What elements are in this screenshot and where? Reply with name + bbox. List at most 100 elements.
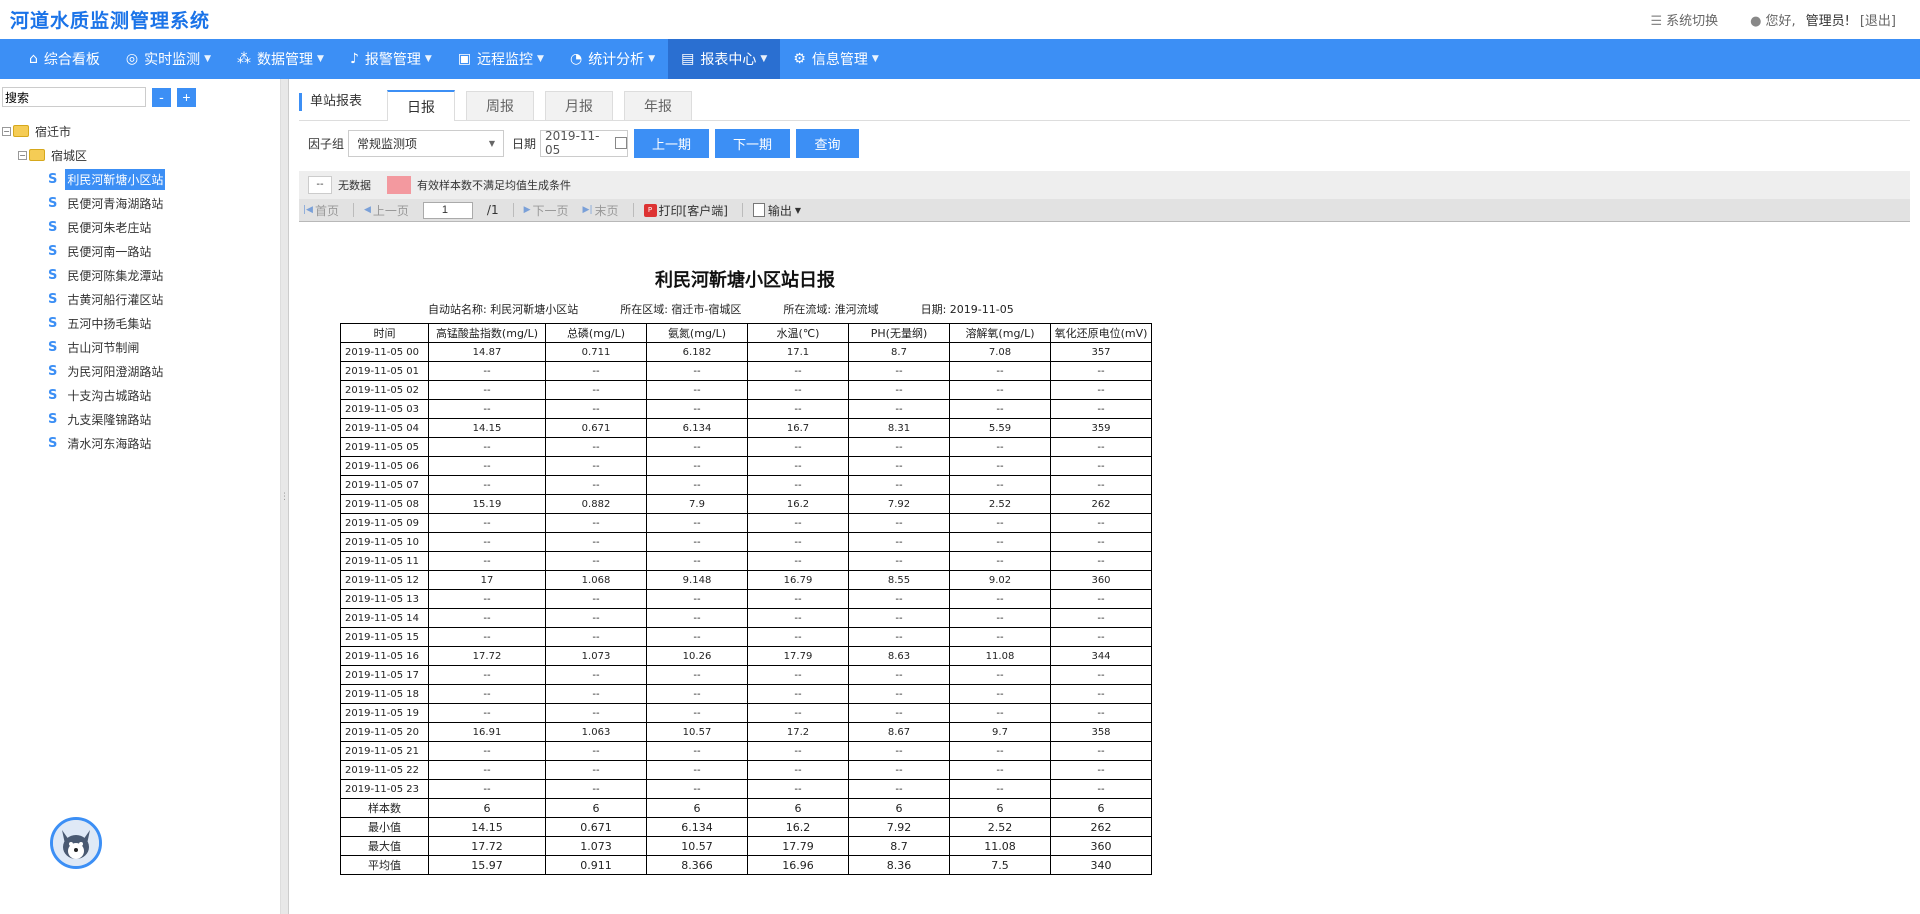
date-value: 2019-11-05 — [545, 129, 600, 157]
next-page-button[interactable]: ▶ 下一页 — [524, 202, 569, 219]
station-icon: S — [48, 339, 58, 355]
report-meta: 自动站名称: 利民河靳塘小区站 所在区域: 宿迁市-宿城区 所在流域: 淮河流域… — [428, 301, 1152, 317]
stats-cell: 7.5 — [949, 855, 1051, 875]
tree-station-item[interactable]: S 民便河南一路站 — [0, 239, 280, 263]
next-period-button[interactable]: 下一期 — [715, 128, 791, 158]
divider — [632, 203, 634, 217]
search-input[interactable] — [2, 87, 146, 107]
table-cell: -- — [646, 456, 748, 476]
table-cell: -- — [1050, 399, 1152, 419]
tab-1[interactable]: 周报 — [466, 91, 534, 120]
table-cell: -- — [747, 703, 849, 723]
nav-item-label: 报警管理 — [364, 52, 421, 68]
nav-item-2[interactable]: ⁂ 数据管理 ▼ — [224, 39, 337, 79]
table-cell: -- — [428, 741, 546, 761]
table-cell: -- — [1050, 627, 1152, 647]
table-cell: -- — [949, 513, 1051, 533]
table-cell: -- — [545, 551, 647, 571]
table-cell: -- — [545, 703, 647, 723]
calendar-icon[interactable] — [615, 137, 628, 149]
factor-group-select[interactable]: 常规监测项 ▼ — [348, 129, 505, 157]
tree-station-item[interactable]: S 民便河朱老庄站 — [0, 215, 280, 239]
main-nav: ⌂ 综合看板 ◎ 实时监测 ▼ ⁂ 数据管理 ▼ ♪ 报警管理 ▼ ▣ 远程监控 ▼ ◔ 统计分析 ▼ ▤ 报表中心… — [0, 39, 1920, 79]
tree-station-item[interactable]: S 古山河节制闸 — [0, 335, 280, 359]
table-cell: -- — [1050, 703, 1152, 723]
collapse-toggle-icon[interactable]: − — [18, 150, 27, 160]
table-cell: 2019-11-05 02 — [340, 380, 429, 400]
prev-page-button[interactable]: ◀ 上一页 — [364, 202, 409, 219]
stats-cell: 10.57 — [646, 836, 748, 856]
nav-item-7[interactable]: ⚙ 信息管理 ▼ — [780, 39, 891, 79]
table-cell: -- — [545, 513, 647, 533]
tree-station-item[interactable]: S 为民河阳澄湖路站 — [0, 359, 280, 383]
table-cell: 2019-11-05 10 — [340, 532, 429, 552]
sidebar: - + − 宿迁市 − 宿城区 S 利民河靳塘小区站 S 民便河青海湖路站 S 民便河朱老… — [0, 79, 281, 914]
tree-station-item[interactable]: S 古黄河船行灌区站 — [0, 287, 280, 311]
nav-item-5[interactable]: ◔ 统计分析 ▼ — [557, 39, 668, 79]
table-cell: -- — [848, 437, 950, 457]
date-input[interactable]: 2019-11-05 — [540, 129, 629, 157]
tree-station-item[interactable]: S 民便河青海湖路站 — [0, 191, 280, 215]
query-button[interactable]: 查询 — [796, 128, 860, 158]
next-page-icon: ▶ — [523, 205, 531, 215]
table-cell: -- — [848, 551, 950, 571]
table-cell: -- — [949, 380, 1051, 400]
table-cell: -- — [545, 589, 647, 609]
tab-2[interactable]: 月报 — [545, 91, 613, 120]
collapse-button[interactable]: - — [152, 87, 171, 107]
tree-station-item[interactable]: S 五河中扬毛集站 — [0, 311, 280, 335]
report-title: 利民河靳塘小区站日报 — [655, 270, 835, 291]
switch-system-link[interactable]: ☰ 系统切换 — [1650, 10, 1718, 29]
collapse-toggle-icon[interactable]: − — [2, 126, 11, 136]
table-cell: -- — [646, 665, 748, 685]
table-cell: 360 — [1050, 570, 1152, 590]
avatar[interactable] — [50, 817, 102, 869]
page-number-input[interactable] — [422, 201, 473, 219]
table-cell: 0.671 — [545, 418, 647, 438]
splitter-handle[interactable]: ⋮ — [280, 79, 289, 914]
tab-0[interactable]: 日报 — [387, 90, 455, 121]
tree-station-item[interactable]: S 清水河东海路站 — [0, 431, 280, 455]
tree-station-item[interactable]: S 民便河陈集龙潭站 — [0, 263, 280, 287]
nav-item-1[interactable]: ◎ 实时监测 ▼ — [113, 39, 224, 79]
expand-button[interactable]: + — [177, 87, 196, 107]
tree-node-city[interactable]: − 宿迁市 — [0, 119, 280, 143]
tree-station-item[interactable]: S 九支渠隆锦路站 — [0, 407, 280, 431]
table-cell: -- — [646, 760, 748, 780]
last-page-button[interactable]: ▶| 末页 — [583, 202, 619, 219]
table-cell: -- — [747, 399, 849, 419]
print-button[interactable]: P 打印[客户端] — [643, 202, 728, 219]
nav-item-4[interactable]: ▣ 远程监控 ▼ — [445, 39, 557, 79]
table-cell: 2019-11-05 11 — [340, 551, 429, 571]
tree-station-item[interactable]: S 利民河靳塘小区站 — [0, 167, 280, 191]
table-cell: 2019-11-05 00 — [340, 342, 429, 362]
nav-item-6[interactable]: ▤ 报表中心 ▼ — [668, 39, 781, 79]
first-page-button[interactable]: |◀ 首页 — [303, 202, 339, 219]
tree-node-district[interactable]: − 宿城区 — [0, 143, 280, 167]
home-icon: ⌂ — [29, 51, 38, 67]
station-label: 为民河阳澄湖路站 — [67, 364, 164, 379]
table-cell: -- — [646, 399, 748, 419]
tab-3[interactable]: 年报 — [624, 91, 692, 120]
table-cell: -- — [949, 741, 1051, 761]
stats-cell: 8.7 — [848, 836, 950, 856]
table-row: 2019-11-05 06 -- -- -- -- -- -- -- — [340, 456, 1152, 476]
prev-page-label: 上一页 — [372, 203, 409, 218]
stats-cell: 262 — [1050, 817, 1152, 837]
next-page-label: 下一页 — [532, 203, 569, 218]
logout-link[interactable]: [退出] — [1860, 10, 1896, 29]
table-cell: 2019-11-05 13 — [340, 589, 429, 609]
nav-item-label: 数据管理 — [257, 52, 314, 68]
section-label: 单站报表 — [299, 93, 362, 111]
nav-item-3[interactable]: ♪ 报警管理 ▼ — [337, 39, 445, 79]
table-cell: -- — [428, 684, 546, 704]
table-cell: -- — [646, 684, 748, 704]
nodata-symbol: -- — [308, 176, 332, 194]
table-cell: -- — [428, 779, 546, 799]
table-cell: 2019-11-05 17 — [340, 665, 429, 685]
table-cell: -- — [747, 551, 849, 571]
nav-item-0[interactable]: ⌂ 综合看板 — [16, 39, 113, 79]
export-button[interactable]: 输出 ▼ — [752, 202, 801, 219]
prev-period-button[interactable]: 上一期 — [634, 128, 710, 158]
tree-station-item[interactable]: S 十支沟古城路站 — [0, 383, 280, 407]
